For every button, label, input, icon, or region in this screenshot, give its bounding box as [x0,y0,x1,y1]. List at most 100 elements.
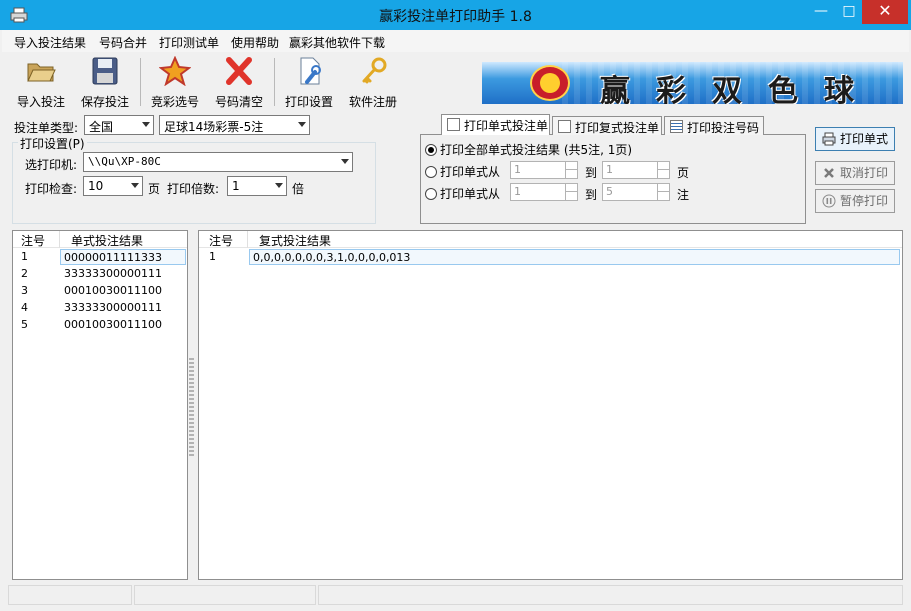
key-icon [362,57,387,84]
spinner-down-icon[interactable] [565,170,577,178]
bet-from-value: 1 [514,185,521,198]
panel-splitter-handle[interactable] [189,358,194,458]
bet-range-unit: 注 [677,188,690,202]
print-settings-label: 打印设置 [284,95,333,109]
compound-list-header: 注号 复式投注结果 [199,231,902,248]
menu-bar: 导入投注结果 号码合并 打印测试单 使用帮助 赢彩其他软件下载 [2,30,909,52]
row-result: 33333300000111 [64,301,162,314]
title-bar[interactable]: 赢彩投注单打印助手 1.8 — □ ✕ [0,0,911,30]
lottery-logo-icon [530,65,570,101]
menu-print-test[interactable]: 打印测试单 [159,34,219,51]
table-row[interactable]: 4 33333300000111 [13,300,187,317]
lottery-select[interactable]: 足球14场彩票-5注 [159,115,310,135]
print-check-select[interactable]: 10 [83,176,143,196]
print-check-value: 10 [88,179,104,193]
chevron-down-icon [142,122,150,127]
single-list-header: 注号 单式投注结果 [13,231,187,248]
print-bet-range-option[interactable]: 打印单式从 [425,185,500,202]
software-register-label: 软件注册 [348,95,397,109]
spinner-down-icon[interactable] [657,192,669,200]
radio-print-page-range[interactable] [425,166,437,178]
row-number: 2 [21,267,28,280]
menu-import-results[interactable]: 导入投注结果 [14,34,86,51]
tab-print-numbers[interactable]: 打印投注号码 [664,116,764,135]
print-all-option[interactable]: 打印全部单式投注结果 (共5注, 1页) [425,141,632,158]
spinner-up-icon[interactable] [565,162,577,170]
column-header-single-result[interactable]: 单式投注结果 [71,232,143,249]
spinner-up-icon[interactable] [657,162,669,170]
spinner-up-icon[interactable] [657,184,669,192]
print-all-label: 打印全部单式投注结果 (共5注, 1页) [440,143,633,157]
printer-value: \\Qu\XP-80C [88,155,161,168]
to-label: 到 [585,166,598,180]
column-header-number[interactable]: 注号 [21,232,45,249]
page-from-value: 1 [514,163,521,176]
radio-print-all[interactable] [425,144,437,156]
cancel-print-button[interactable]: 取消打印 [815,161,895,185]
menu-number-merge[interactable]: 号码合并 [99,34,147,51]
save-bets-button[interactable]: 保存投注 [76,56,134,109]
cancel-print-label: 取消打印 [840,166,889,180]
window-title: 赢彩投注单打印助手 1.8 [379,9,532,25]
column-header-number[interactable]: 注号 [209,232,233,249]
software-register-button[interactable]: 软件注册 [344,56,402,109]
bet-from-spinner[interactable]: 1 [510,183,578,201]
bet-type-select[interactable]: 全国 [84,115,154,135]
bet-type-value: 全国 [89,120,114,134]
row-number: 3 [21,284,28,297]
print-settings-button[interactable]: 打印设置 [280,56,338,109]
close-button[interactable]: ✕ [862,0,908,24]
bet-to-spinner[interactable]: 5 [602,183,670,201]
table-row[interactable]: 1 0,0,0,0,0,0,0,3,1,0,0,0,0,013 [199,249,902,266]
radio-print-bet-range[interactable] [425,188,437,200]
import-bets-label: 导入投注 [16,95,65,109]
single-results-list[interactable]: 注号 单式投注结果 1 00000011111333 2 33333300000… [12,230,188,580]
print-multiple-label: 打印倍数: [167,182,220,196]
print-page-range-option[interactable]: 打印单式从 [425,163,500,180]
column-header-compound-result[interactable]: 复式投注结果 [259,232,331,249]
print-settings-title: 打印设置(P) [18,135,87,152]
import-bets-button[interactable]: 导入投注 [12,56,70,109]
banner-text: 赢彩双色球 [600,74,880,104]
page-to-spinner[interactable]: 1 [602,161,670,179]
print-page-range-label: 打印单式从 [440,165,501,179]
print-single-button[interactable]: 打印单式 [815,127,895,151]
spinner-up-icon[interactable] [565,184,577,192]
multiple-unit-label: 倍 [292,182,305,196]
compound-results-list[interactable]: 注号 复式投注结果 1 0,0,0,0,0,0,0,3,1,0,0,0,0,01… [198,230,903,580]
table-row[interactable]: 5 00010030011100 [13,317,187,334]
row-result: 00010030011100 [64,284,162,297]
clear-numbers-label: 号码清空 [214,95,263,109]
page-from-spinner[interactable]: 1 [510,161,578,179]
minimize-button[interactable]: — [806,0,836,24]
document-wrench-icon [300,57,321,85]
page-to-value: 1 [606,163,613,176]
printer-select[interactable]: \\Qu\XP-80C [83,152,353,172]
toolbar-separator [274,58,275,106]
clear-numbers-button[interactable]: 号码清空 [210,56,268,109]
status-panel [318,585,903,605]
jingcai-select-label: 竞彩选号 [150,95,199,109]
table-row[interactable]: 1 00000011111333 [13,249,187,266]
pause-print-button[interactable]: 暂停打印 [815,189,895,213]
table-row[interactable]: 3 00010030011100 [13,283,187,300]
row-result: 00000011111333 [60,249,186,265]
maximize-button[interactable]: □ [836,0,862,24]
spinner-down-icon[interactable] [657,170,669,178]
pause-print-label: 暂停打印 [840,194,889,208]
spinner-down-icon[interactable] [565,192,577,200]
chevron-down-icon [341,159,349,164]
status-bar [8,585,903,605]
tab-print-compound[interactable]: 打印复式投注单 [552,116,662,135]
jingcai-select-button[interactable]: 竞彩选号 [146,55,204,109]
menu-other-software[interactable]: 赢彩其他软件下载 [289,34,385,51]
folder-open-icon [27,63,56,82]
table-row[interactable]: 2 33333300000111 [13,266,187,283]
menu-help[interactable]: 使用帮助 [231,34,279,51]
status-panel [134,585,316,605]
print-multiple-select[interactable]: 1 [227,176,287,196]
brand-banner: 赢彩双色球 [482,62,903,104]
print-single-label: 打印单式 [840,132,889,146]
grid-icon [670,120,683,133]
tab-print-single[interactable]: 打印单式投注单 [441,114,550,135]
